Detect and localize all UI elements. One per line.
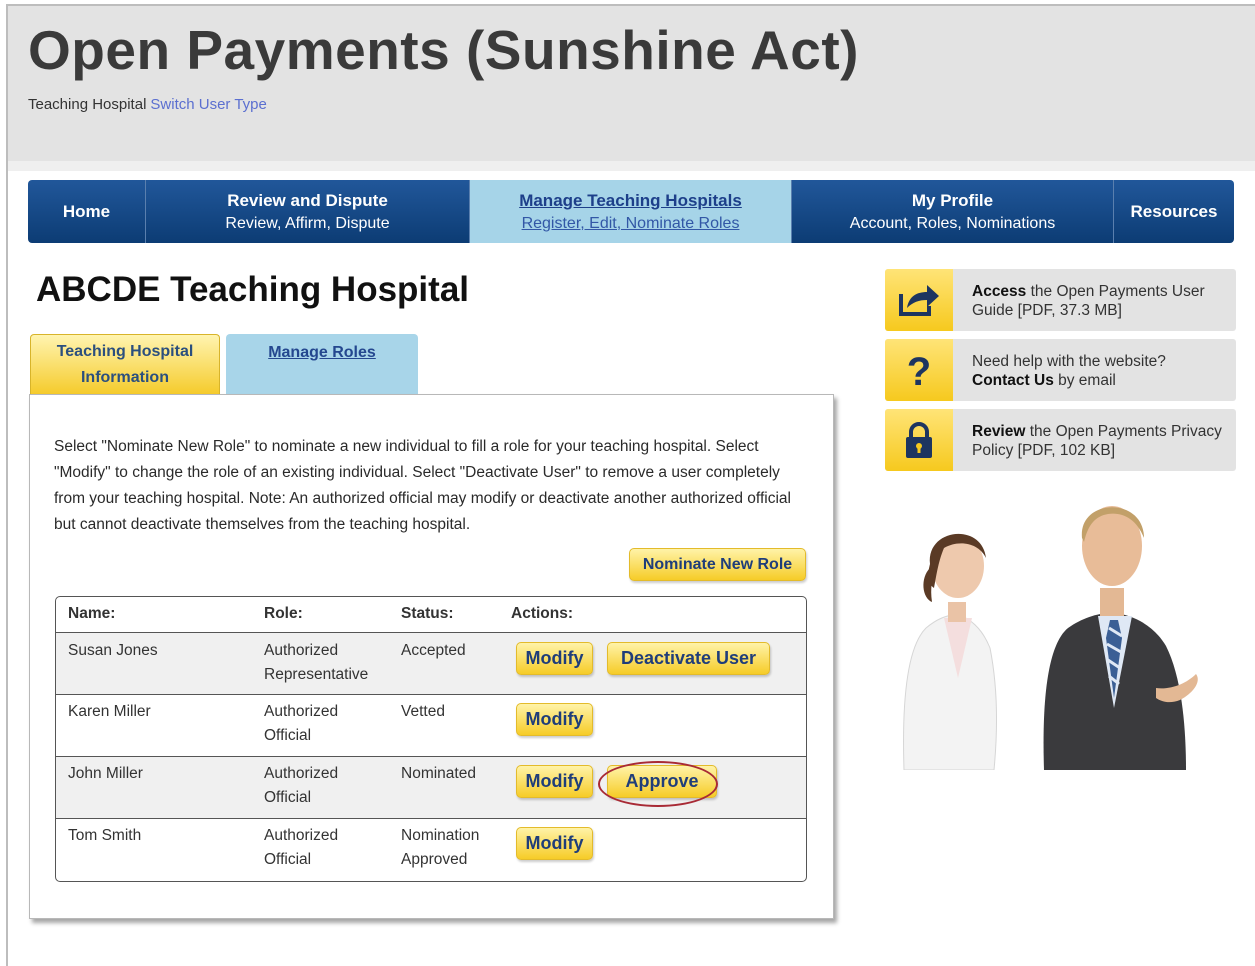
- deactivate-user-button[interactable]: Deactivate User: [607, 642, 770, 675]
- switch-user-type-link[interactable]: Switch User Type: [150, 96, 266, 113]
- share-arrow-icon: [885, 269, 953, 331]
- row-name: Tom Smith: [68, 827, 142, 844]
- row-role: Authorized Official: [264, 824, 338, 872]
- row-role-line2: Representative: [264, 666, 369, 683]
- header-name: Name:: [68, 605, 116, 622]
- table-row: Karen Miller Authorized Official Vetted M…: [56, 695, 806, 756]
- tab-info-line1: Teaching Hospital: [56, 342, 194, 360]
- row-status: Nominated: [401, 765, 476, 782]
- nav-my-profile[interactable]: My Profile Account, Roles, Nominations: [792, 180, 1114, 243]
- nav-manage-teaching-hospitals[interactable]: Manage Teaching Hospitals Register, Edit…: [470, 180, 792, 243]
- row-name: John Miller: [68, 765, 143, 782]
- roles-table: Name: Role: Status: Actions: Susan Jones…: [55, 596, 807, 882]
- nav-home[interactable]: Home: [28, 180, 146, 243]
- privacy-policy-text: Review the Open Payments Privacy Policy …: [972, 422, 1232, 460]
- main-nav: Home Review and Dispute Review, Affirm, …: [28, 180, 1234, 243]
- user-guide-text: Access the Open Payments User Guide [PDF…: [972, 282, 1232, 320]
- row-role: Authorized Official: [264, 762, 338, 810]
- table-row: Tom Smith Authorized Official Nomination A…: [56, 819, 806, 881]
- page-title: Open Payments (Sunshine Act): [28, 19, 859, 81]
- user-guide-box[interactable]: Access the Open Payments User Guide [PDF…: [885, 269, 1236, 331]
- contact-us-rest: by email: [1053, 372, 1116, 389]
- row-status: Nomination Approved: [401, 824, 479, 872]
- privacy-bold: Review: [972, 423, 1026, 440]
- modify-button[interactable]: Modify: [516, 765, 593, 798]
- hospital-name: ABCDE Teaching Hospital: [36, 270, 470, 309]
- lock-icon: [885, 409, 953, 471]
- nav-resources[interactable]: Resources: [1114, 180, 1234, 243]
- table-row: Susan Jones Authorized Representative Acc…: [56, 633, 806, 694]
- contact-us-box[interactable]: ? Need help with the website? Contact Us …: [885, 339, 1236, 401]
- row-role-line1: Authorized: [264, 642, 339, 659]
- help-question: Need help with the website?: [972, 353, 1166, 370]
- header-divider: [8, 161, 1255, 171]
- nav-review-title: Review and Dispute: [227, 190, 388, 210]
- row-role-line1: Authorized: [264, 765, 339, 782]
- nav-profile-title: My Profile: [911, 190, 994, 210]
- nav-review-sub: Review, Affirm, Dispute: [225, 214, 390, 232]
- tab-manage-roles-label: Manage Roles: [268, 344, 376, 361]
- nav-review-dispute[interactable]: Review and Dispute Review, Affirm, Dispu…: [146, 180, 470, 243]
- svg-text:?: ?: [907, 350, 931, 391]
- nav-manage-title: Manage Teaching Hospitals: [519, 190, 742, 210]
- tab-teaching-hospital-information[interactable]: Teaching Hospital Information: [30, 334, 220, 394]
- contact-us-text: Need help with the website? Contact Us by…: [972, 352, 1232, 390]
- contact-us-bold: Contact Us: [972, 372, 1054, 389]
- row-role-line1: Authorized: [264, 827, 339, 844]
- header-status: Status:: [401, 605, 454, 622]
- doctor-and-businessman-photo: [903, 506, 1198, 770]
- row-role: Authorized Official: [264, 700, 338, 748]
- nav-manage-sub: Register, Edit, Nominate Roles: [521, 214, 740, 232]
- question-mark-icon: ?: [885, 339, 953, 401]
- row-role-line2: Official: [264, 789, 312, 806]
- user-type-line: Teaching Hospital Switch User Type: [28, 96, 267, 113]
- row-status-line2: Approved: [401, 851, 468, 868]
- user-guide-bold: Access: [972, 283, 1027, 300]
- row-role-line2: Official: [264, 851, 312, 868]
- header-actions: Actions:: [511, 605, 573, 622]
- tab-info-line2: Information: [80, 368, 169, 386]
- modify-button[interactable]: Modify: [516, 827, 593, 860]
- modify-button[interactable]: Modify: [516, 703, 593, 736]
- nav-profile-sub: Account, Roles, Nominations: [849, 214, 1056, 232]
- row-status-line1: Nomination: [401, 827, 480, 844]
- approve-button[interactable]: Approve: [607, 765, 717, 798]
- row-role-line1: Authorized: [264, 703, 339, 720]
- header-role: Role:: [264, 605, 303, 622]
- row-role-line2: Official: [264, 727, 312, 744]
- row-status: Accepted: [401, 642, 466, 659]
- row-status: Vetted: [401, 703, 445, 720]
- tab-manage-roles[interactable]: Manage Roles: [226, 334, 418, 394]
- table-row: John Miller Authorized Official Nominated…: [56, 757, 806, 818]
- nominate-new-role-button[interactable]: Nominate New Role: [629, 548, 806, 581]
- table-header: Name: Role: Status: Actions:: [56, 597, 806, 632]
- user-type-label: Teaching Hospital: [28, 96, 147, 113]
- row-name: Karen Miller: [68, 703, 151, 720]
- row-name: Susan Jones: [68, 642, 158, 659]
- instructions-text: Select "Nominate New Role" to nominate a…: [54, 438, 791, 533]
- row-role: Authorized Representative: [264, 639, 368, 687]
- privacy-policy-box[interactable]: Review the Open Payments Privacy Policy …: [885, 409, 1236, 471]
- nav-home-label: Home: [62, 201, 111, 221]
- nav-resources-label: Resources: [1130, 201, 1218, 221]
- modify-button[interactable]: Modify: [516, 642, 593, 675]
